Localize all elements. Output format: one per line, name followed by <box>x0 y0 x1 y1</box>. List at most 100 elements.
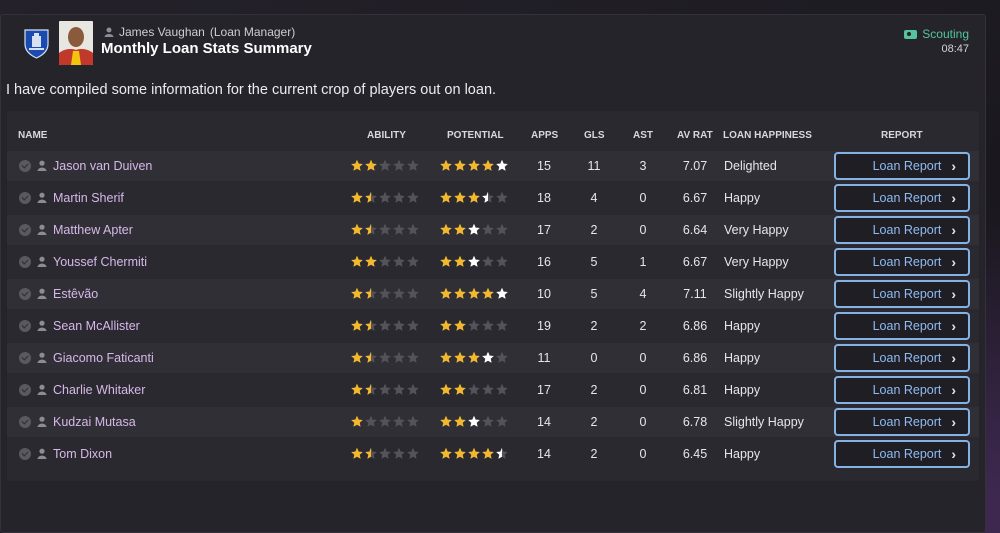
star-icon <box>496 223 508 235</box>
chevron-right-icon: › <box>951 318 956 334</box>
ability-stars <box>350 383 420 396</box>
apps-value: 16 <box>537 255 551 269</box>
assists-value: 2 <box>639 319 647 333</box>
loan-report-button[interactable]: Loan Report › <box>834 280 970 308</box>
player-name-link[interactable]: Estêvão <box>53 287 98 301</box>
sender-name[interactable]: James Vaughan <box>119 25 205 39</box>
potential-stars <box>439 223 509 236</box>
column-header-name[interactable]: NAME <box>18 130 47 141</box>
loan-report-button[interactable]: Loan Report › <box>834 408 970 436</box>
table-row[interactable]: Youssef Chermiti 16 5 1 6.67 Very Happy Loan R… <box>7 247 979 277</box>
loan-report-button[interactable]: Loan Report › <box>834 152 970 180</box>
star-icon <box>407 319 419 331</box>
loan-report-button[interactable]: Loan Report › <box>834 184 970 212</box>
loan-report-label: Loan Report <box>872 191 942 205</box>
star-icon <box>496 255 508 267</box>
column-header-ability[interactable]: ABILITY <box>367 130 406 141</box>
loan-report-button[interactable]: Loan Report › <box>834 376 970 404</box>
star-icon <box>454 447 466 459</box>
chevron-right-icon: › <box>951 222 956 238</box>
star-icon <box>496 383 508 395</box>
loan-report-label: Loan Report <box>872 351 942 365</box>
checkmark-icon <box>19 384 31 396</box>
intro-text: I have compiled some information for the… <box>6 82 497 98</box>
goals-value: 2 <box>590 415 598 429</box>
scouting-label: Scouting <box>922 27 969 41</box>
star-icon <box>482 191 494 203</box>
checkmark-icon <box>19 224 31 236</box>
star-icon <box>440 351 452 363</box>
goals-value: 5 <box>590 255 598 269</box>
star-icon <box>407 287 419 299</box>
column-header-apps[interactable]: APPS <box>531 130 558 141</box>
loan-report-button[interactable]: Loan Report › <box>834 312 970 340</box>
player-name-link[interactable]: Kudzai Mutasa <box>53 415 136 429</box>
table-row[interactable]: Tom Dixon 14 2 0 6.45 Happy Loan Report › <box>7 439 979 469</box>
loan-report-button[interactable]: Loan Report › <box>834 248 970 276</box>
star-icon <box>454 223 466 235</box>
loan-report-button[interactable]: Loan Report › <box>834 216 970 244</box>
star-icon <box>440 159 452 171</box>
star-icon <box>351 287 363 299</box>
column-header-ast[interactable]: AST <box>633 130 653 141</box>
star-icon <box>454 383 466 395</box>
potential-stars <box>439 159 509 172</box>
apps-value: 11 <box>537 351 551 365</box>
star-icon <box>440 255 452 267</box>
average-rating-value: 6.67 <box>682 255 708 269</box>
chevron-right-icon: › <box>951 446 956 462</box>
player-name-link[interactable]: Matthew Apter <box>53 223 133 237</box>
chevron-right-icon: › <box>951 414 956 430</box>
table-row[interactable]: Estêvão 10 5 4 7.11 Slightly Happy Loan Report… <box>7 279 979 309</box>
player-name-link[interactable]: Charlie Whitaker <box>53 383 145 397</box>
table-row[interactable]: Sean McAllister 19 2 2 6.86 Happy Loan Report › <box>7 311 979 341</box>
star-icon <box>454 287 466 299</box>
star-icon <box>407 351 419 363</box>
table-row[interactable]: Giacomo Faticanti 11 0 0 6.86 Happy Loan Repor… <box>7 343 979 373</box>
column-header-loan-happiness[interactable]: LOAN HAPPINESS <box>723 130 812 141</box>
table-row[interactable]: Charlie Whitaker 17 2 0 6.81 Happy Loan Report… <box>7 375 979 405</box>
scouting-tag[interactable]: Scouting <box>904 27 969 41</box>
player-name-link[interactable]: Tom Dixon <box>53 447 112 461</box>
player-name-link[interactable]: Jason van Duiven <box>53 159 152 173</box>
star-icon <box>407 255 419 267</box>
star-icon <box>365 415 377 427</box>
star-icon <box>468 447 480 459</box>
table-row[interactable]: Kudzai Mutasa 14 2 0 6.78 Slightly Happy Loan … <box>7 407 979 437</box>
star-icon <box>468 383 480 395</box>
star-icon <box>393 319 405 331</box>
column-header-gls[interactable]: GLS <box>584 130 605 141</box>
star-icon <box>468 351 480 363</box>
page-title: Monthly Loan Stats Summary <box>101 40 312 57</box>
goals-value: 4 <box>590 191 598 205</box>
chevron-right-icon: › <box>951 158 956 174</box>
player-name-link[interactable]: Sean McAllister <box>53 319 140 333</box>
star-icon <box>440 223 452 235</box>
loan-report-button[interactable]: Loan Report › <box>834 440 970 468</box>
star-icon <box>393 447 405 459</box>
table-row[interactable]: Martin Sherif 18 4 0 6.67 Happy Loan Report › <box>7 183 979 213</box>
table-row[interactable]: Matthew Apter 17 2 0 6.64 Very Happy Loan Repo… <box>7 215 979 245</box>
star-icon <box>365 223 377 235</box>
avatar[interactable] <box>59 21 93 65</box>
column-header-report[interactable]: REPORT <box>881 130 923 141</box>
star-icon <box>454 351 466 363</box>
person-icon <box>37 224 47 235</box>
star-icon <box>454 255 466 267</box>
loan-report-button[interactable]: Loan Report › <box>834 344 970 372</box>
star-icon <box>440 191 452 203</box>
star-icon <box>379 447 391 459</box>
column-header-av-rat[interactable]: AV RAT <box>677 130 713 141</box>
potential-stars <box>439 255 509 268</box>
column-header-potential[interactable]: POTENTIAL <box>447 130 504 141</box>
player-name-link[interactable]: Youssef Chermiti <box>53 255 147 269</box>
star-icon <box>407 191 419 203</box>
star-icon <box>482 223 494 235</box>
player-name-link[interactable]: Martin Sherif <box>53 191 124 205</box>
ability-stars <box>350 191 420 204</box>
table-row[interactable]: Jason van Duiven 15 11 3 7.07 Delighted Loan R… <box>7 151 979 181</box>
assists-value: 0 <box>639 415 647 429</box>
star-icon <box>454 415 466 427</box>
star-icon <box>379 223 391 235</box>
player-name-link[interactable]: Giacomo Faticanti <box>53 351 154 365</box>
